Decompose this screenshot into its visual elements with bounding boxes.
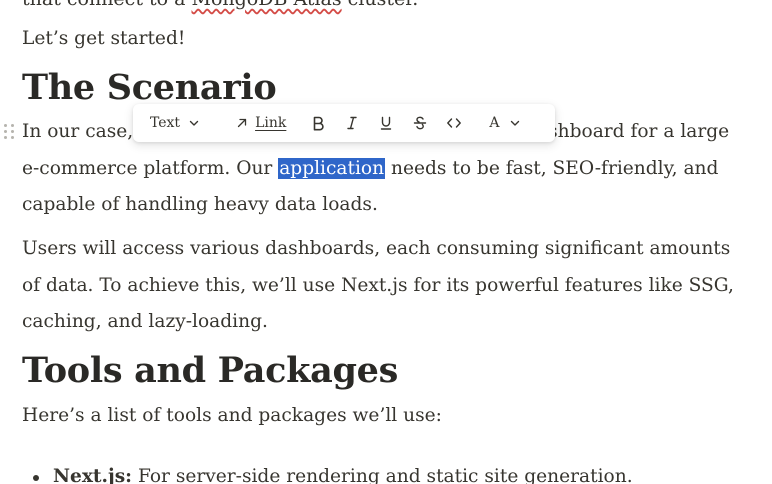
paragraph-intro[interactable]: Let’s get started! bbox=[22, 21, 752, 58]
list-item-term: Next.js: bbox=[53, 466, 133, 484]
underline-button[interactable] bbox=[371, 109, 401, 137]
spellcheck-word[interactable]: MongoDB Atlas bbox=[191, 0, 341, 10]
link-label: Link bbox=[255, 115, 287, 131]
chevron-down-icon bbox=[188, 117, 200, 129]
chevron-down-icon bbox=[509, 117, 521, 129]
text-span: e-commerce platform. Our bbox=[22, 157, 279, 179]
inline-code-button[interactable] bbox=[439, 109, 469, 137]
formatting-toolbar: Text Link A bbox=[133, 104, 555, 142]
paragraph-users[interactable]: Users will access various dashboards, ea… bbox=[22, 231, 752, 341]
arrow-up-right-icon bbox=[236, 117, 248, 129]
heading-tools[interactable]: Tools and Packages bbox=[22, 349, 398, 393]
bold-icon bbox=[310, 115, 326, 131]
italic-button[interactable] bbox=[337, 109, 367, 137]
text-color-dropdown[interactable]: A bbox=[489, 109, 521, 137]
text-span: caching, and lazy-loading. bbox=[22, 311, 268, 332]
text-span: cluster. bbox=[342, 0, 419, 10]
block-type-label: Text bbox=[150, 115, 181, 131]
text-color-label: A bbox=[489, 115, 500, 131]
underline-icon bbox=[378, 115, 394, 131]
paragraph-cut-off[interactable]: that connect to a MongoDB Atlas cluster. bbox=[22, 0, 418, 12]
text-span: needs to be fast, SEO-friendly, and bbox=[385, 157, 719, 179]
block-drag-handle-icon[interactable] bbox=[4, 124, 16, 142]
text-span: capable of handling heavy data loads. bbox=[22, 194, 378, 215]
bullet-list: Next.js: For server-side rendering and s… bbox=[22, 462, 633, 484]
text-span: of data. To achieve this, we’ll use Next… bbox=[22, 274, 734, 296]
italic-icon bbox=[344, 115, 360, 131]
code-icon bbox=[446, 115, 462, 131]
paragraph-tools-intro[interactable]: Here’s a list of tools and packages we’l… bbox=[22, 398, 752, 435]
strikethrough-button[interactable] bbox=[405, 109, 435, 137]
selected-text[interactable]: application bbox=[278, 157, 386, 179]
text-span: that connect to a bbox=[22, 0, 191, 10]
list-item[interactable]: Next.js: For server-side rendering and s… bbox=[22, 462, 633, 484]
strikethrough-icon bbox=[412, 115, 428, 131]
editor-canvas[interactable]: that connect to a MongoDB Atlas cluster.… bbox=[0, 0, 772, 484]
text-span: shboard for a large bbox=[548, 121, 730, 142]
list-item-desc: For server-side rendering and static sit… bbox=[132, 466, 633, 484]
link-button[interactable]: Link bbox=[236, 109, 286, 137]
block-type-dropdown[interactable]: Text bbox=[150, 109, 200, 137]
bold-button[interactable] bbox=[303, 109, 333, 137]
text-span: Users will access various dashboards, ea… bbox=[22, 238, 731, 259]
text-span: In our case, bbox=[22, 121, 140, 142]
